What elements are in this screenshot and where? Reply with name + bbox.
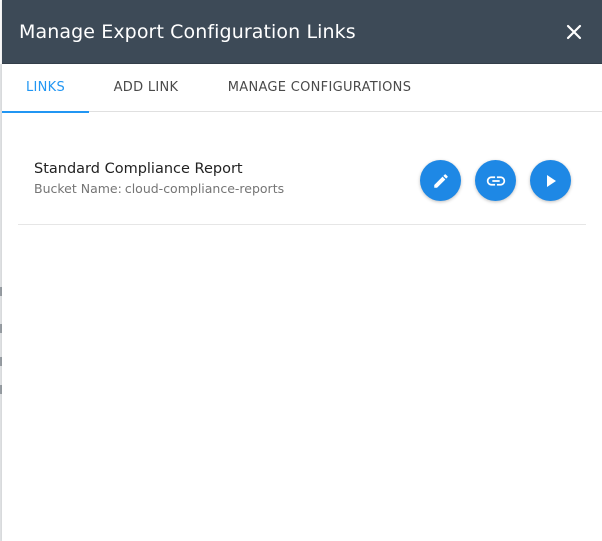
tab-manage-configurations[interactable]: MANAGE CONFIGURATIONS [203,64,436,112]
edit-link-button[interactable] [420,160,461,201]
link-actions [420,160,571,201]
pencil-icon [433,173,448,188]
copy-link-button[interactable] [475,160,516,201]
dialog-title: Manage Export Configuration Links [19,20,356,43]
close-button[interactable] [562,20,586,44]
close-icon [566,24,582,39]
tab-add-link[interactable]: ADD LINK [89,64,203,112]
link-name: Standard Compliance Report [34,161,243,177]
tab-links[interactable]: LINKS [2,64,89,113]
bucket-value: cloud-compliance-reports [124,181,285,196]
export-links-dialog: Manage Export Configuration Links LINKS … [2,0,602,541]
link-info: Standard Compliance Report Bucket Name: c… [34,159,284,198]
bucket-label: Bucket Name: [34,181,122,196]
play-icon [546,174,556,187]
list-item: Standard Compliance Report Bucket Name: c… [18,141,586,225]
link-icon [486,175,505,186]
run-export-button[interactable] [530,160,571,201]
dialog-header: Manage Export Configuration Links [2,0,602,64]
link-bucket: Bucket Name: cloud-compliance-reports [34,180,284,198]
tab-bar: LINKS ADD LINK MANAGE CONFIGURATIONS [2,64,602,113]
